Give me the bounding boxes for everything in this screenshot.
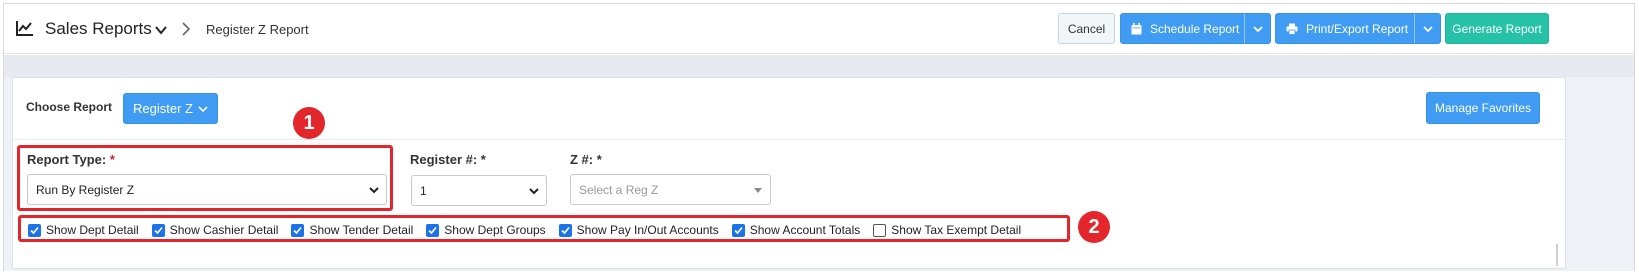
register-select[interactable]: 1	[411, 175, 547, 206]
choose-report-dropdown[interactable]: Register Z	[123, 93, 218, 124]
chevron-right-icon	[182, 22, 191, 36]
breadcrumb: Register Z Report	[206, 22, 309, 37]
print-export-label: Print/Export Report	[1306, 21, 1409, 36]
annotation-box-2	[18, 215, 1070, 242]
register-label: Register #: *	[410, 152, 486, 167]
chevron-down-icon	[198, 105, 208, 112]
chevron-down-icon	[1422, 25, 1433, 32]
print-dropdown-toggle[interactable]	[1414, 14, 1440, 43]
chevron-down-icon	[529, 188, 539, 195]
schedule-report-button[interactable]: Schedule Report	[1120, 13, 1271, 44]
z-label: Z #: *	[570, 152, 602, 167]
z-select[interactable]: Select a Reg Z	[570, 174, 771, 205]
top-bar: Sales Reports Register Z Report Cancel S…	[4, 4, 1634, 54]
annotation-badge-2: 2	[1078, 211, 1110, 243]
calendar-icon	[1131, 22, 1142, 34]
chevron-down-icon[interactable]	[154, 23, 168, 37]
caret-down-icon	[754, 188, 762, 193]
chevron-down-icon	[1252, 25, 1263, 32]
choose-report-value: Register Z	[133, 101, 193, 116]
scrollbar-handle[interactable]	[1553, 244, 1561, 266]
annotation-box-1	[17, 145, 393, 211]
choose-report-label: Choose Report	[26, 100, 113, 114]
generate-report-button[interactable]: Generate Report	[1445, 13, 1549, 44]
print-export-button[interactable]: Print/Export Report	[1275, 13, 1441, 44]
panel-divider	[12, 139, 1566, 140]
app-frame: Sales Reports Register Z Report Cancel S…	[3, 3, 1635, 271]
manage-favorites-button[interactable]: Manage Favorites	[1426, 92, 1540, 124]
schedule-dropdown-toggle[interactable]	[1244, 14, 1270, 43]
printer-icon	[1286, 23, 1298, 35]
z-placeholder: Select a Reg Z	[579, 182, 659, 197]
content-strip	[4, 55, 1634, 77]
register-value: 1	[420, 183, 427, 198]
cancel-button[interactable]: Cancel	[1058, 13, 1115, 44]
page-title: Sales Reports	[45, 19, 152, 38]
annotation-badge-1: 1	[293, 107, 325, 139]
schedule-report-label: Schedule Report	[1150, 21, 1240, 36]
line-chart-icon	[16, 21, 33, 36]
